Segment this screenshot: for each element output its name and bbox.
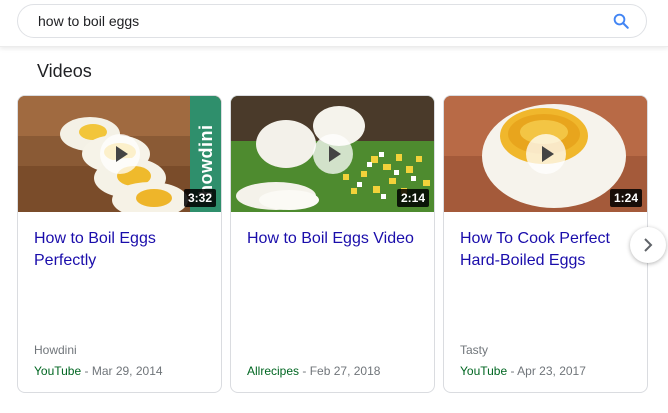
- play-icon[interactable]: [526, 134, 566, 174]
- video-title[interactable]: How to Boil Eggs Video: [247, 228, 417, 250]
- video-date: Apr 23, 2017: [517, 364, 586, 378]
- search-icon[interactable]: [612, 12, 630, 30]
- video-source: YouTube: [460, 364, 508, 378]
- next-videos-button[interactable]: [630, 227, 666, 263]
- video-title[interactable]: How to Boil Eggs Perfectly: [34, 228, 204, 272]
- video-duration: 1:24: [609, 189, 642, 207]
- search-input[interactable]: [38, 5, 598, 37]
- play-icon[interactable]: [100, 134, 140, 174]
- video-meta: YouTube - Mar 29, 2014: [34, 364, 163, 378]
- video-meta: YouTube - Apr 23, 2017: [460, 364, 586, 378]
- video-thumbnail-2[interactable]: 2:14: [231, 96, 434, 212]
- meta-separator: -: [81, 364, 92, 378]
- chevron-right-icon: [644, 238, 653, 252]
- meta-separator: -: [507, 364, 518, 378]
- video-source: Allrecipes: [247, 364, 300, 378]
- video-card-1[interactable]: howdini 3:32 How to Boil Eggs Perfectly …: [17, 95, 222, 393]
- video-duration: 3:32: [183, 189, 216, 207]
- video-source: YouTube: [34, 364, 82, 378]
- howdini-watermark: howdini: [196, 124, 216, 196]
- video-title[interactable]: How To Cook Perfect Hard-Boiled Eggs: [460, 228, 630, 272]
- video-date: Feb 27, 2018: [309, 364, 381, 378]
- video-meta: Allrecipes - Feb 27, 2018: [247, 364, 380, 378]
- video-duration: 2:14: [396, 189, 429, 207]
- video-card-3[interactable]: 1:24 How To Cook Perfect Hard-Boiled Egg…: [443, 95, 648, 393]
- video-thumbnail-1[interactable]: howdini 3:32: [18, 96, 221, 212]
- meta-separator: -: [299, 364, 310, 378]
- search-box[interactable]: [17, 4, 647, 38]
- video-channel: Tasty: [460, 343, 489, 357]
- video-channel: Howdini: [34, 343, 77, 357]
- video-date: Mar 29, 2014: [91, 364, 163, 378]
- search-header: [0, 0, 668, 47]
- video-thumbnail-3[interactable]: 1:24: [444, 96, 647, 212]
- play-icon[interactable]: [313, 134, 353, 174]
- videos-section-title: Videos: [37, 61, 92, 81]
- video-card-2[interactable]: 2:14 How to Boil Eggs Video Allrecipes -…: [230, 95, 435, 393]
